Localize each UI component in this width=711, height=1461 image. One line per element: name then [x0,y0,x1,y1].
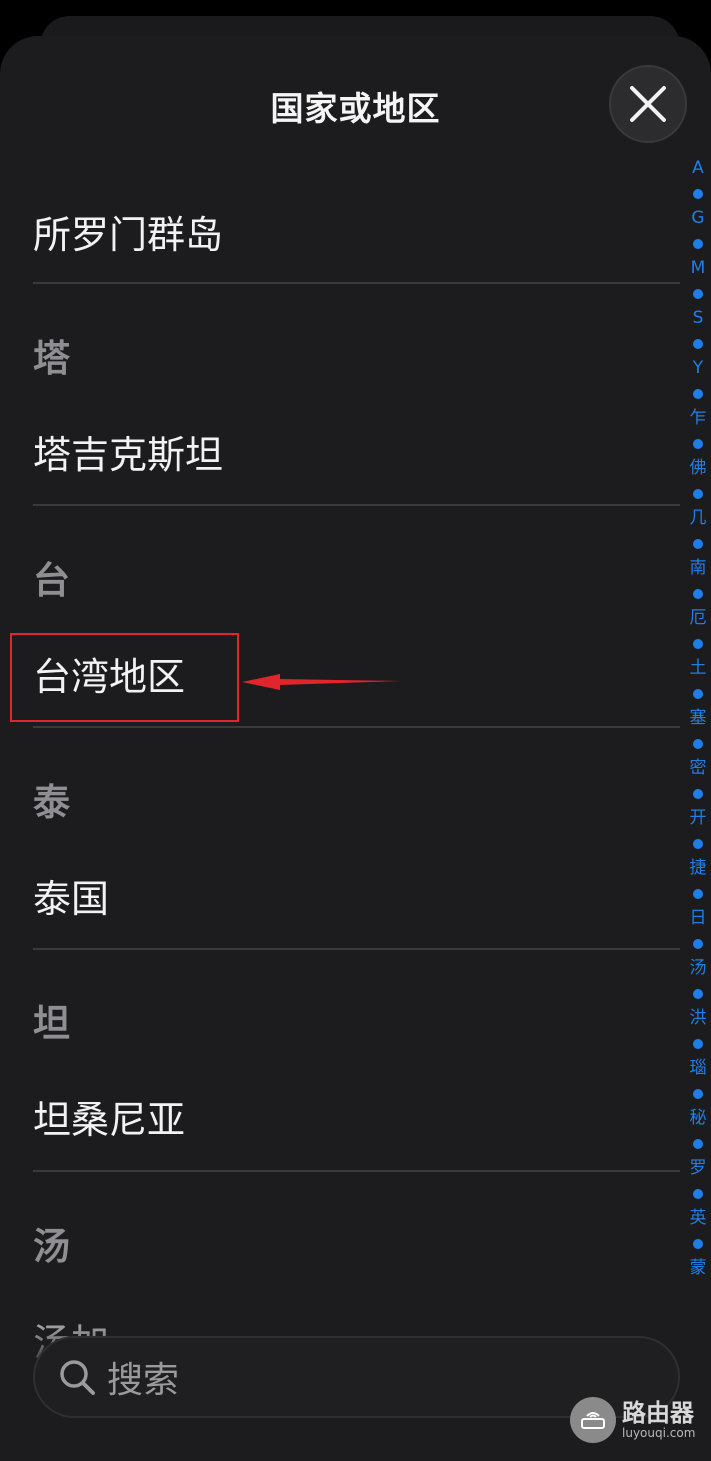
watermark: 路由器 luyouqi.com [570,1397,695,1443]
index-letter[interactable]: 汤 [690,956,707,981]
router-logo-icon [570,1397,616,1443]
index-dot[interactable] [693,338,703,349]
list-item[interactable]: 泰国 [33,874,109,924]
index-dot[interactable] [693,938,703,949]
index-dot[interactable] [693,1138,703,1149]
index-letter[interactable]: 洪 [690,1006,707,1031]
index-dot[interactable] [693,538,703,549]
index-letter[interactable]: 瑙 [690,1056,707,1081]
index-letter[interactable]: 佛 [690,456,707,481]
annotation-arrow-icon [242,674,400,690]
index-dot[interactable] [693,588,703,599]
close-button[interactable] [609,65,687,143]
list-item[interactable]: 所罗门群岛 [33,210,223,260]
index-dot[interactable] [693,838,703,849]
index-letter[interactable]: 蒙 [690,1256,707,1281]
index-letter[interactable]: Y [693,356,703,381]
divider [33,948,680,950]
index-letter[interactable]: 日 [690,906,707,931]
divider [33,726,680,728]
index-dot[interactable] [693,738,703,749]
index-dot[interactable] [693,688,703,699]
index-letter[interactable]: A [692,156,704,181]
index-letter[interactable]: 几 [690,506,707,531]
divider [33,282,680,284]
index-dot[interactable] [693,988,703,999]
divider [33,504,680,506]
index-dot[interactable] [693,488,703,499]
annotation-highlight-box [10,633,239,722]
section-index-bar[interactable]: AGMSY乍佛几南厄土塞密开捷日汤洪瑙秘罗英蒙 [684,156,711,1281]
section-header: 塔 [33,337,70,380]
section-header: 台 [33,559,70,602]
index-dot[interactable] [693,388,703,399]
index-letter[interactable]: 英 [690,1206,707,1231]
index-letter[interactable]: 土 [690,656,707,681]
close-icon [630,86,666,122]
index-letter[interactable]: G [691,206,704,231]
watermark-title: 路由器 [622,1399,694,1427]
index-letter[interactable]: 厄 [690,606,707,631]
index-dot[interactable] [693,788,703,799]
index-letter[interactable]: 开 [690,806,707,831]
index-letter[interactable]: 南 [690,556,707,581]
index-letter[interactable]: 罗 [690,1156,707,1181]
country-picker-sheet: 国家或地区 所罗门群岛 塔 塔吉克斯坦 台 台湾地区 泰 泰国 坦 坦桑尼亚 汤… [0,36,711,1461]
index-dot[interactable] [693,438,703,449]
index-letter[interactable]: S [693,306,704,331]
index-dot[interactable] [693,638,703,649]
index-dot[interactable] [693,888,703,899]
index-letter[interactable]: 乍 [690,406,707,431]
index-dot[interactable] [693,238,703,249]
divider [33,1170,680,1172]
search-placeholder: 搜索 [107,1360,180,1401]
index-dot[interactable] [693,1238,703,1249]
sheet-title: 国家或地区 [270,89,441,128]
index-dot[interactable] [693,1088,703,1099]
index-dot[interactable] [693,1188,703,1199]
list-item[interactable]: 坦桑尼亚 [33,1095,185,1145]
section-header: 坦 [33,1002,70,1045]
index-letter[interactable]: 秘 [690,1106,707,1131]
index-dot[interactable] [693,188,703,199]
watermark-subtitle: luyouqi.com [622,1426,696,1440]
index-dot[interactable] [693,1038,703,1049]
index-dot[interactable] [693,288,703,299]
section-header: 泰 [33,781,70,824]
index-letter[interactable]: M [691,256,706,281]
section-header: 汤 [33,1225,70,1268]
list-item[interactable]: 塔吉克斯坦 [33,430,223,480]
index-letter[interactable]: 塞 [690,706,707,731]
search-icon [60,1360,95,1395]
index-letter[interactable]: 捷 [690,856,707,881]
index-letter[interactable]: 密 [690,756,707,781]
